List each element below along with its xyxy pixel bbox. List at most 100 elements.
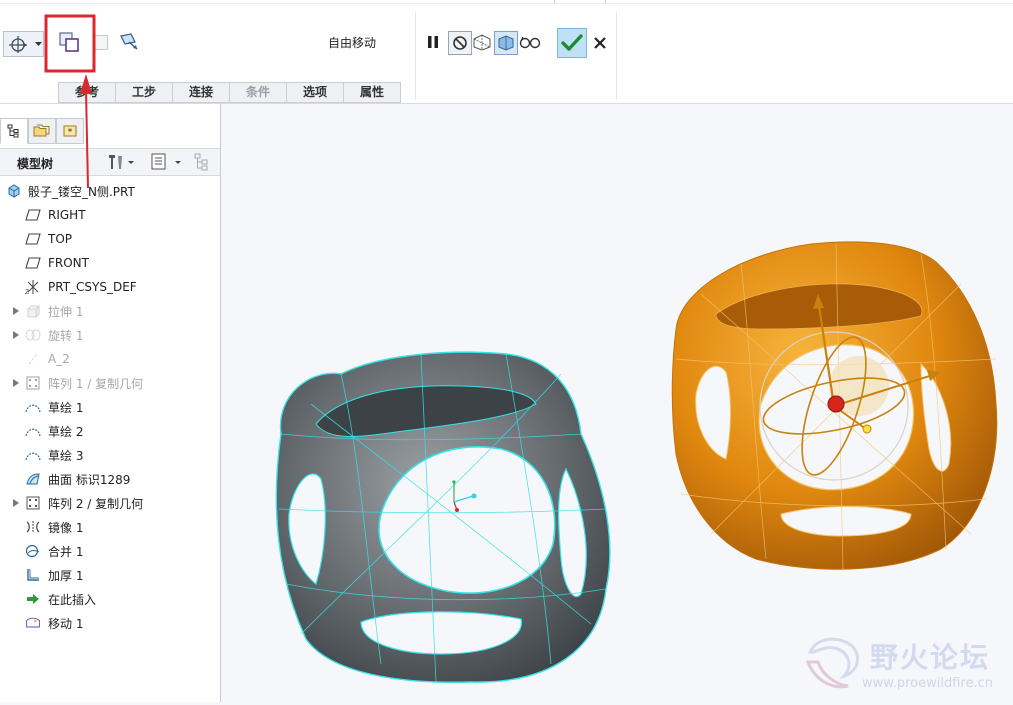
tree-item[interactable]: * 移动 1 — [0, 612, 218, 634]
tree-settings-icon — [109, 155, 134, 169]
move-component-button[interactable] — [116, 29, 142, 55]
tree-filter-icon — [194, 153, 208, 171]
glasses-icon — [519, 36, 541, 49]
datum-plane-icon — [25, 231, 41, 247]
model-canvas — [275, 241, 998, 683]
csys-drag-button[interactable] — [3, 31, 35, 57]
tree-item-label: 旋转 1 — [48, 328, 84, 343]
ribbon-top-tab[interactable] — [554, 0, 606, 3]
axis-icon — [25, 351, 41, 367]
gray-dice-model[interactable] — [275, 351, 611, 683]
verify-icon — [498, 35, 514, 51]
pause-button[interactable] — [423, 31, 443, 53]
tree-item[interactable]: 旋转 1 — [0, 324, 218, 346]
expand-arrow-icon[interactable] — [12, 379, 20, 387]
tree-item[interactable]: Z PRT_CSYS_DEF — [0, 276, 218, 298]
verify-button[interactable] — [494, 31, 518, 55]
watermark-url: www.proewildfire.cn — [862, 676, 993, 691]
ribbon-toolbar: 自由移动 参考 工步 连接 条件 选项 属性 — [0, 0, 1013, 104]
datum-plane-icon — [25, 255, 41, 271]
tree-item[interactable]: 阵列 1 / 复制几何 — [0, 372, 218, 394]
model-tree-panel: * 模型树 骰子_镂空_N侧.PRT RIGHT TOP FRONT Z PRT… — [0, 104, 221, 702]
tree-item[interactable]: 镜像 1 — [0, 516, 218, 538]
tab-favorites[interactable]: * — [56, 118, 84, 144]
tree-item-label: 草绘 3 — [48, 448, 84, 463]
group-separator — [616, 12, 617, 100]
tree-item-label: 曲面 标识1289 — [48, 472, 131, 487]
tree-item[interactable]: 拉伸 1 — [0, 300, 218, 322]
tree-item-label: 阵列 2 / 复制几何 — [48, 496, 144, 511]
tree-item-label: 草绘 1 — [48, 400, 84, 415]
panel-title: 模型树 — [17, 157, 54, 171]
tree-item[interactable]: A_2 — [0, 348, 218, 370]
confirm-check-icon — [561, 34, 583, 51]
copy-checkbox[interactable] — [93, 35, 108, 50]
tree-item[interactable]: 在此插入 — [0, 588, 218, 610]
expand-arrow-icon[interactable] — [12, 307, 20, 315]
group-separator — [415, 12, 416, 100]
tree-item-label: 拉伸 1 — [48, 304, 84, 319]
panel-tabs: * — [0, 116, 220, 144]
tab-conditions[interactable]: 条件 — [229, 82, 287, 103]
create-new-copy-icon — [59, 32, 79, 52]
expand-arrow-icon[interactable] — [12, 499, 20, 507]
tree-item[interactable]: TOP — [0, 228, 218, 250]
glasses-button[interactable] — [518, 31, 542, 53]
tab-references[interactable]: 参考 — [58, 82, 116, 103]
tree-item-label: A_2 — [48, 352, 70, 366]
svg-text:*: * — [68, 128, 73, 138]
tree-item[interactable]: 草绘 1 — [0, 396, 218, 418]
no-preview-button[interactable] — [448, 31, 472, 55]
orange-dice-model[interactable] — [671, 241, 998, 570]
tree-item-label: 镜像 1 — [48, 520, 84, 535]
create-new-copy-button[interactable] — [56, 29, 82, 55]
geometry-preview-button[interactable] — [471, 31, 493, 53]
tab-properties[interactable]: 属性 — [343, 82, 401, 103]
part-icon — [6, 183, 22, 199]
confirm-button[interactable] — [557, 28, 587, 58]
tree-item-label: 移动 1 — [48, 616, 84, 631]
revolve-icon — [25, 327, 41, 343]
merge-icon — [25, 543, 41, 559]
datum-plane-icon — [25, 207, 41, 223]
watermark-title: 野火论坛 — [870, 641, 991, 674]
sketch-icon — [25, 399, 41, 415]
watermark-logo-icon — [805, 637, 860, 689]
tree-settings-button[interactable] — [105, 152, 135, 172]
tree-item[interactable]: 草绘 2 — [0, 420, 218, 442]
model-tree-icon — [7, 124, 19, 138]
tree-item-label: 合并 1 — [48, 544, 84, 559]
tree-item-label: FRONT — [48, 256, 89, 270]
tab-steps[interactable]: 工步 — [115, 82, 173, 103]
geometry-preview-icon — [473, 34, 491, 51]
tree-item[interactable]: FRONT — [0, 252, 218, 274]
expand-arrow-icon[interactable] — [12, 331, 20, 339]
tree-item-label: RIGHT — [48, 208, 86, 222]
tree-item[interactable]: 加厚 1 — [0, 564, 218, 586]
tree-item[interactable]: 骰子_镂空_N侧.PRT — [0, 180, 218, 202]
tree-item-label: 加厚 1 — [48, 568, 84, 583]
tab-folder-browser[interactable] — [28, 118, 56, 144]
tree-item[interactable]: 合并 1 — [0, 540, 218, 562]
tree-item[interactable]: RIGHT — [0, 204, 218, 226]
tree-item-label: 阵列 1 / 复制几何 — [48, 376, 144, 391]
graphics-viewport[interactable] — [221, 104, 1013, 702]
tree-item-label: TOP — [48, 232, 73, 246]
tree-item[interactable]: 阵列 2 / 复制几何 — [0, 492, 218, 514]
favorites-icon: * — [63, 125, 77, 138]
tree-columns-button[interactable] — [148, 152, 184, 172]
cancel-button[interactable] — [590, 33, 610, 53]
tab-model-tree[interactable] — [0, 118, 28, 144]
tree-item[interactable]: 曲面 标识1289 — [0, 468, 218, 490]
tab-options[interactable]: 选项 — [286, 82, 344, 103]
model-tree-header: 模型树 — [0, 148, 220, 176]
tree-item[interactable]: 草绘 3 — [0, 444, 218, 466]
move-feature-icon: * — [25, 615, 41, 631]
pattern-icon — [25, 495, 41, 511]
tab-connections[interactable]: 连接 — [172, 82, 230, 103]
tree-filter-button[interactable] — [192, 152, 216, 172]
tree-item-label: 骰子_镂空_N侧.PRT — [28, 184, 135, 199]
thicken-icon — [25, 567, 41, 583]
csys-dropdown-button[interactable] — [33, 31, 44, 57]
pause-icon — [428, 36, 438, 48]
